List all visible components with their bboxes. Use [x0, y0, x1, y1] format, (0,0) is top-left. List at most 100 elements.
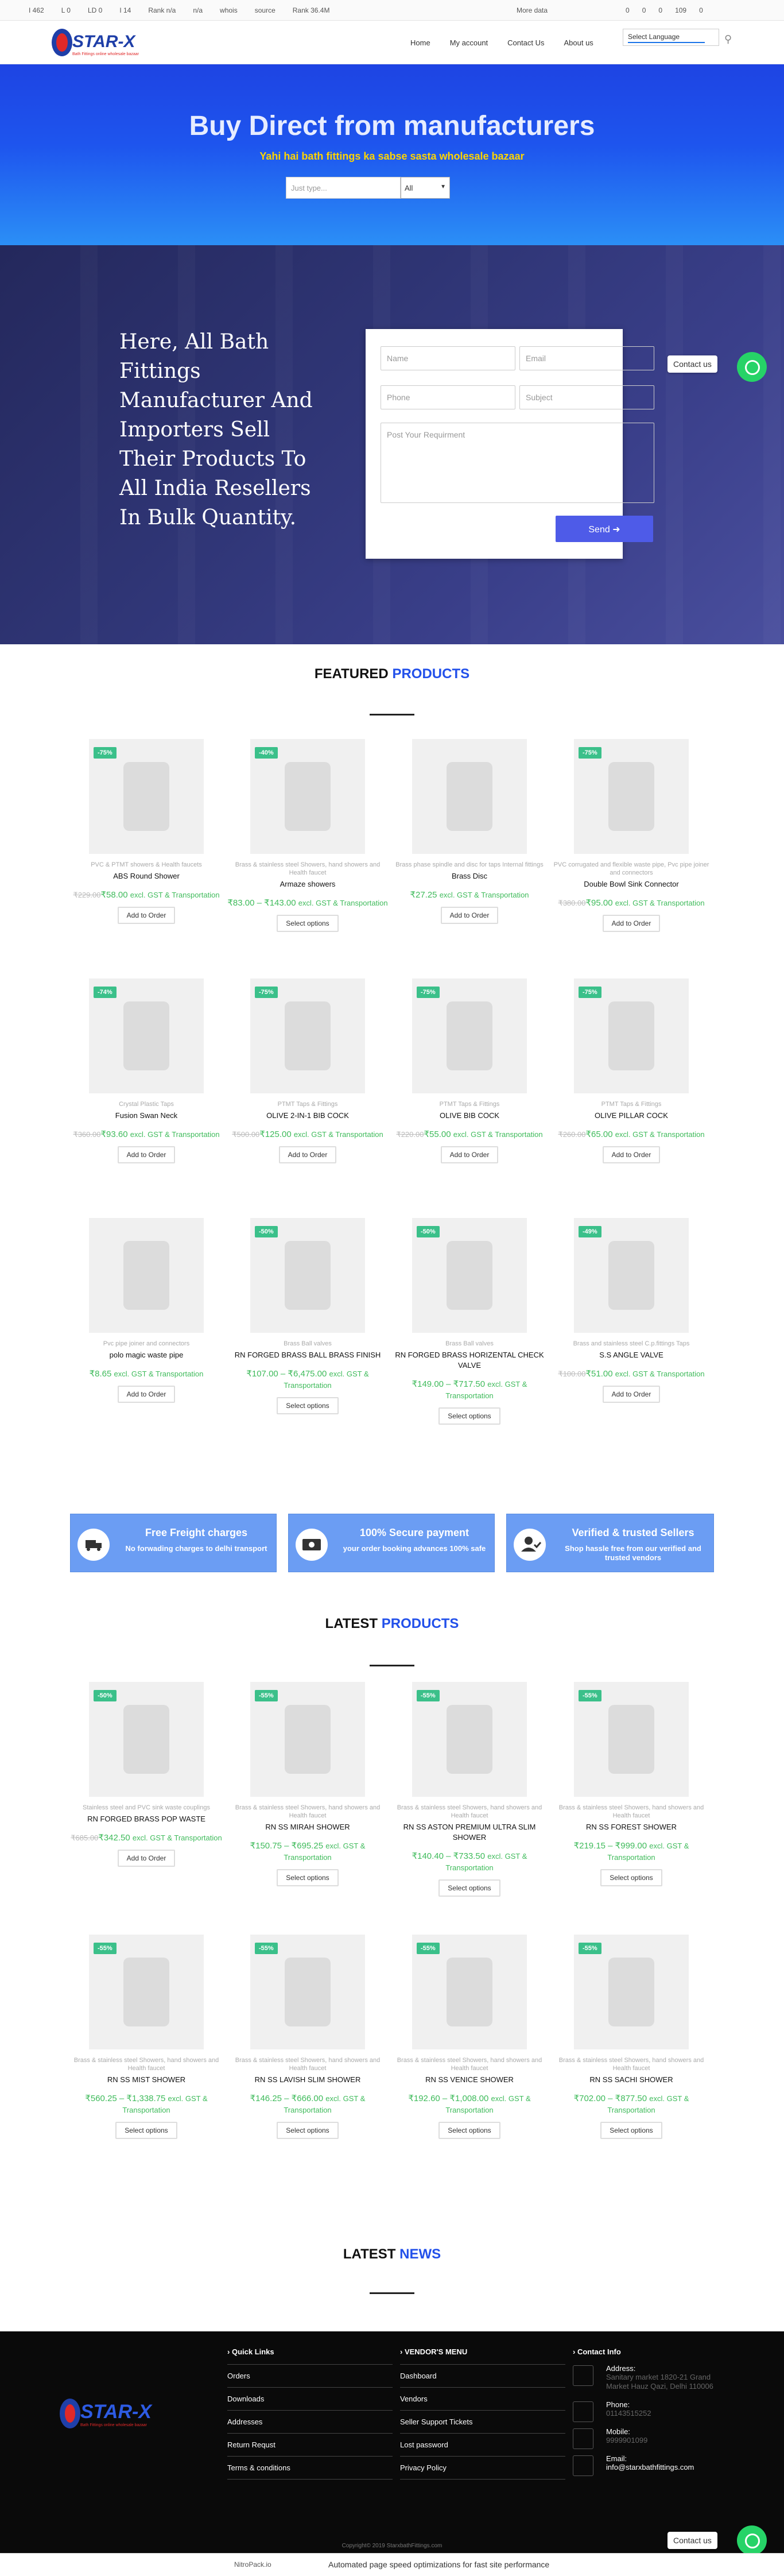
contact-us-label[interactable]: Contact us — [667, 355, 717, 373]
product-name[interactable]: OLIVE PILLAR COCK — [551, 1111, 712, 1121]
product-card[interactable]: Pvc pipe joiner and connectors polo magic… — [66, 1218, 227, 1403]
seo-item-google[interactable]: I 462 — [29, 6, 44, 14]
footer-link-lost-password[interactable]: Lost password — [400, 2434, 565, 2457]
subject-field[interactable]: Subject — [519, 385, 654, 409]
product-image[interactable]: -50% — [412, 1218, 527, 1333]
product-card[interactable]: -50% Brass Ball valves RN FORGED BRASS BAL… — [227, 1218, 388, 1414]
add-to-order-button[interactable]: Select options — [438, 2122, 500, 2139]
product-card[interactable]: -50% Stainless steel and PVC sink waste c… — [66, 1682, 227, 1867]
product-card[interactable]: -75% PVC & PTMT showers & Health faucets A… — [66, 739, 227, 924]
product-card[interactable]: -55% Brass & stainless steel Showers, han… — [66, 1935, 227, 2139]
seo-item-pin[interactable]: L 0 — [61, 6, 71, 14]
add-to-order-button[interactable]: Select options — [277, 1397, 339, 1414]
product-category[interactable]: Brass & stainless steel Showers, hand sh… — [227, 1804, 388, 1820]
product-category[interactable]: Brass phase spindle and disc for taps In… — [389, 861, 550, 869]
add-to-order-button[interactable]: Add to Order — [602, 1146, 661, 1163]
product-image[interactable]: -55% — [574, 1682, 689, 1797]
product-name[interactable]: RN SS VENICE SHOWER — [389, 2075, 550, 2085]
name-field[interactable]: Name — [381, 346, 515, 370]
add-to-order-button[interactable]: Select options — [438, 1879, 500, 1897]
footer-link-support[interactable]: Seller Support Tickets — [400, 2411, 565, 2434]
product-name[interactable]: RN SS MIST SHOWER — [66, 2075, 227, 2085]
more-data-button[interactable]: More data — [517, 6, 548, 14]
footer-link-orders[interactable]: Orders — [227, 2365, 393, 2388]
product-name[interactable]: Double Bowl Sink Connector — [551, 879, 712, 889]
seo-item-whois[interactable]: whois — [220, 6, 238, 14]
add-to-order-button[interactable]: Select options — [277, 915, 339, 932]
product-image[interactable]: -50% — [89, 1682, 204, 1797]
footer-link-addresses[interactable]: Addresses — [227, 2411, 393, 2434]
product-image[interactable]: -55% — [89, 1935, 204, 2049]
contact-value[interactable]: 9999901099 — [606, 2436, 728, 2445]
language-select[interactable]: Select Language — [623, 29, 719, 46]
product-category[interactable]: Brass Ball valves — [389, 1340, 550, 1348]
product-image[interactable]: -75% — [574, 978, 689, 1093]
product-image[interactable]: -49% — [574, 1218, 689, 1333]
add-to-order-button[interactable]: Add to Order — [117, 1386, 176, 1403]
product-image[interactable]: -55% — [412, 1935, 527, 2049]
product-category[interactable]: Brass & stainless steel Showers, hand sh… — [389, 2056, 550, 2072]
product-name[interactable]: Fusion Swan Neck — [66, 1111, 227, 1121]
add-to-order-button[interactable]: Add to Order — [117, 1146, 176, 1163]
product-category[interactable]: Crystal Plastic Taps — [66, 1100, 227, 1108]
footer-logo[interactable]: STAR-X Bath Fittings online wholesale ba… — [56, 2392, 171, 2438]
product-name[interactable]: RN FORGED BRASS HORIZENTAL CHECK VALVE — [389, 1350, 550, 1371]
product-image[interactable] — [412, 739, 527, 854]
product-image[interactable]: -75% — [250, 978, 365, 1093]
seo-item-rank2[interactable]: Rank 36.4M — [293, 6, 330, 14]
add-to-order-button[interactable]: Add to Order — [602, 1386, 661, 1403]
requirement-field[interactable]: Post Your Requirment — [381, 423, 654, 503]
nav-about-us[interactable]: About us — [564, 38, 593, 47]
seo-item-rank[interactable]: Rank n/a — [148, 6, 176, 14]
product-image[interactable]: -75% — [89, 739, 204, 854]
email-field[interactable]: Email — [519, 346, 654, 370]
product-name[interactable]: RN FORGED BRASS BALL BRASS FINISH — [227, 1350, 388, 1360]
product-image[interactable]: -75% — [412, 978, 527, 1093]
product-card[interactable]: -49% Brass and stainless steel C.p.fittin… — [551, 1218, 712, 1403]
seo-item-facebook[interactable]: n/a — [193, 6, 203, 14]
product-card[interactable]: -55% Brass & stainless steel Showers, han… — [227, 1682, 388, 1886]
product-image[interactable]: -55% — [574, 1935, 689, 2049]
contact-value[interactable]: 01143515252 — [606, 2409, 728, 2418]
hero-search-category-select[interactable]: All ▼ — [401, 177, 450, 199]
footer-link-return[interactable]: Return Requst — [227, 2434, 393, 2457]
nitropack-brand[interactable]: NitroPack.io — [234, 2560, 271, 2569]
product-card[interactable]: -75% PTMT Taps & Fittings OLIVE 2-IN-1 BIB… — [227, 978, 388, 1163]
product-name[interactable]: ABS Round Shower — [66, 871, 227, 881]
product-card[interactable]: -55% Brass & stainless steel Showers, han… — [551, 1682, 712, 1886]
product-name[interactable]: OLIVE BIB COCK — [389, 1111, 550, 1121]
contact-value[interactable]: info@starxbathfittings.com — [606, 2463, 728, 2472]
nav-my-account[interactable]: My account — [450, 38, 488, 47]
site-logo[interactable]: STAR-X Bath Fittings online wholesale ba… — [47, 25, 162, 61]
whatsapp-icon[interactable] — [737, 352, 767, 382]
product-card[interactable]: Brass phase spindle and disc for taps In… — [389, 739, 550, 924]
seo-item-ld[interactable]: LD 0 — [88, 6, 102, 14]
product-card[interactable]: -55% Brass & stainless steel Showers, han… — [227, 1935, 388, 2139]
add-to-order-button[interactable]: Add to Order — [602, 915, 661, 932]
product-image[interactable]: -55% — [250, 1935, 365, 2049]
whatsapp-icon[interactable] — [737, 2525, 767, 2555]
product-image[interactable]: -55% — [250, 1682, 365, 1797]
product-card[interactable]: -55% Brass & stainless steel Showers, han… — [389, 1682, 550, 1897]
product-card[interactable]: -50% Brass Ball valves RN FORGED BRASS HOR… — [389, 1218, 550, 1425]
add-to-order-button[interactable]: Select options — [277, 2122, 339, 2139]
product-image[interactable]: -40% — [250, 739, 365, 854]
product-name[interactable]: RN SS FOREST SHOWER — [551, 1822, 712, 1832]
product-name[interactable]: RN SS MIRAH SHOWER — [227, 1822, 388, 1832]
product-category[interactable]: PTMT Taps & Fittings — [227, 1100, 388, 1108]
footer-link-downloads[interactable]: Downloads — [227, 2388, 393, 2411]
product-category[interactable]: Brass & stainless steel Showers, hand sh… — [551, 1804, 712, 1820]
seo-item-ext[interactable]: I 14 — [119, 6, 131, 14]
footer-link-privacy[interactable]: Privacy Policy — [400, 2457, 565, 2480]
add-to-order-button[interactable]: Select options — [438, 1407, 500, 1425]
product-image[interactable] — [89, 1218, 204, 1333]
add-to-order-button[interactable]: Add to Order — [117, 907, 176, 924]
product-card[interactable]: -40% Brass & stainless steel Showers, han… — [227, 739, 388, 932]
product-image[interactable]: -55% — [412, 1682, 527, 1797]
footer-link-terms[interactable]: Terms & conditions — [227, 2457, 393, 2480]
product-category[interactable]: Brass & stainless steel Showers, hand sh… — [227, 861, 388, 877]
product-category[interactable]: PTMT Taps & Fittings — [389, 1100, 550, 1108]
product-name[interactable]: RN SS LAVISH SLIM SHOWER — [227, 2075, 388, 2085]
product-name[interactable]: RN FORGED BRASS POP WASTE — [66, 1814, 227, 1824]
nav-home[interactable]: Home — [410, 38, 430, 47]
